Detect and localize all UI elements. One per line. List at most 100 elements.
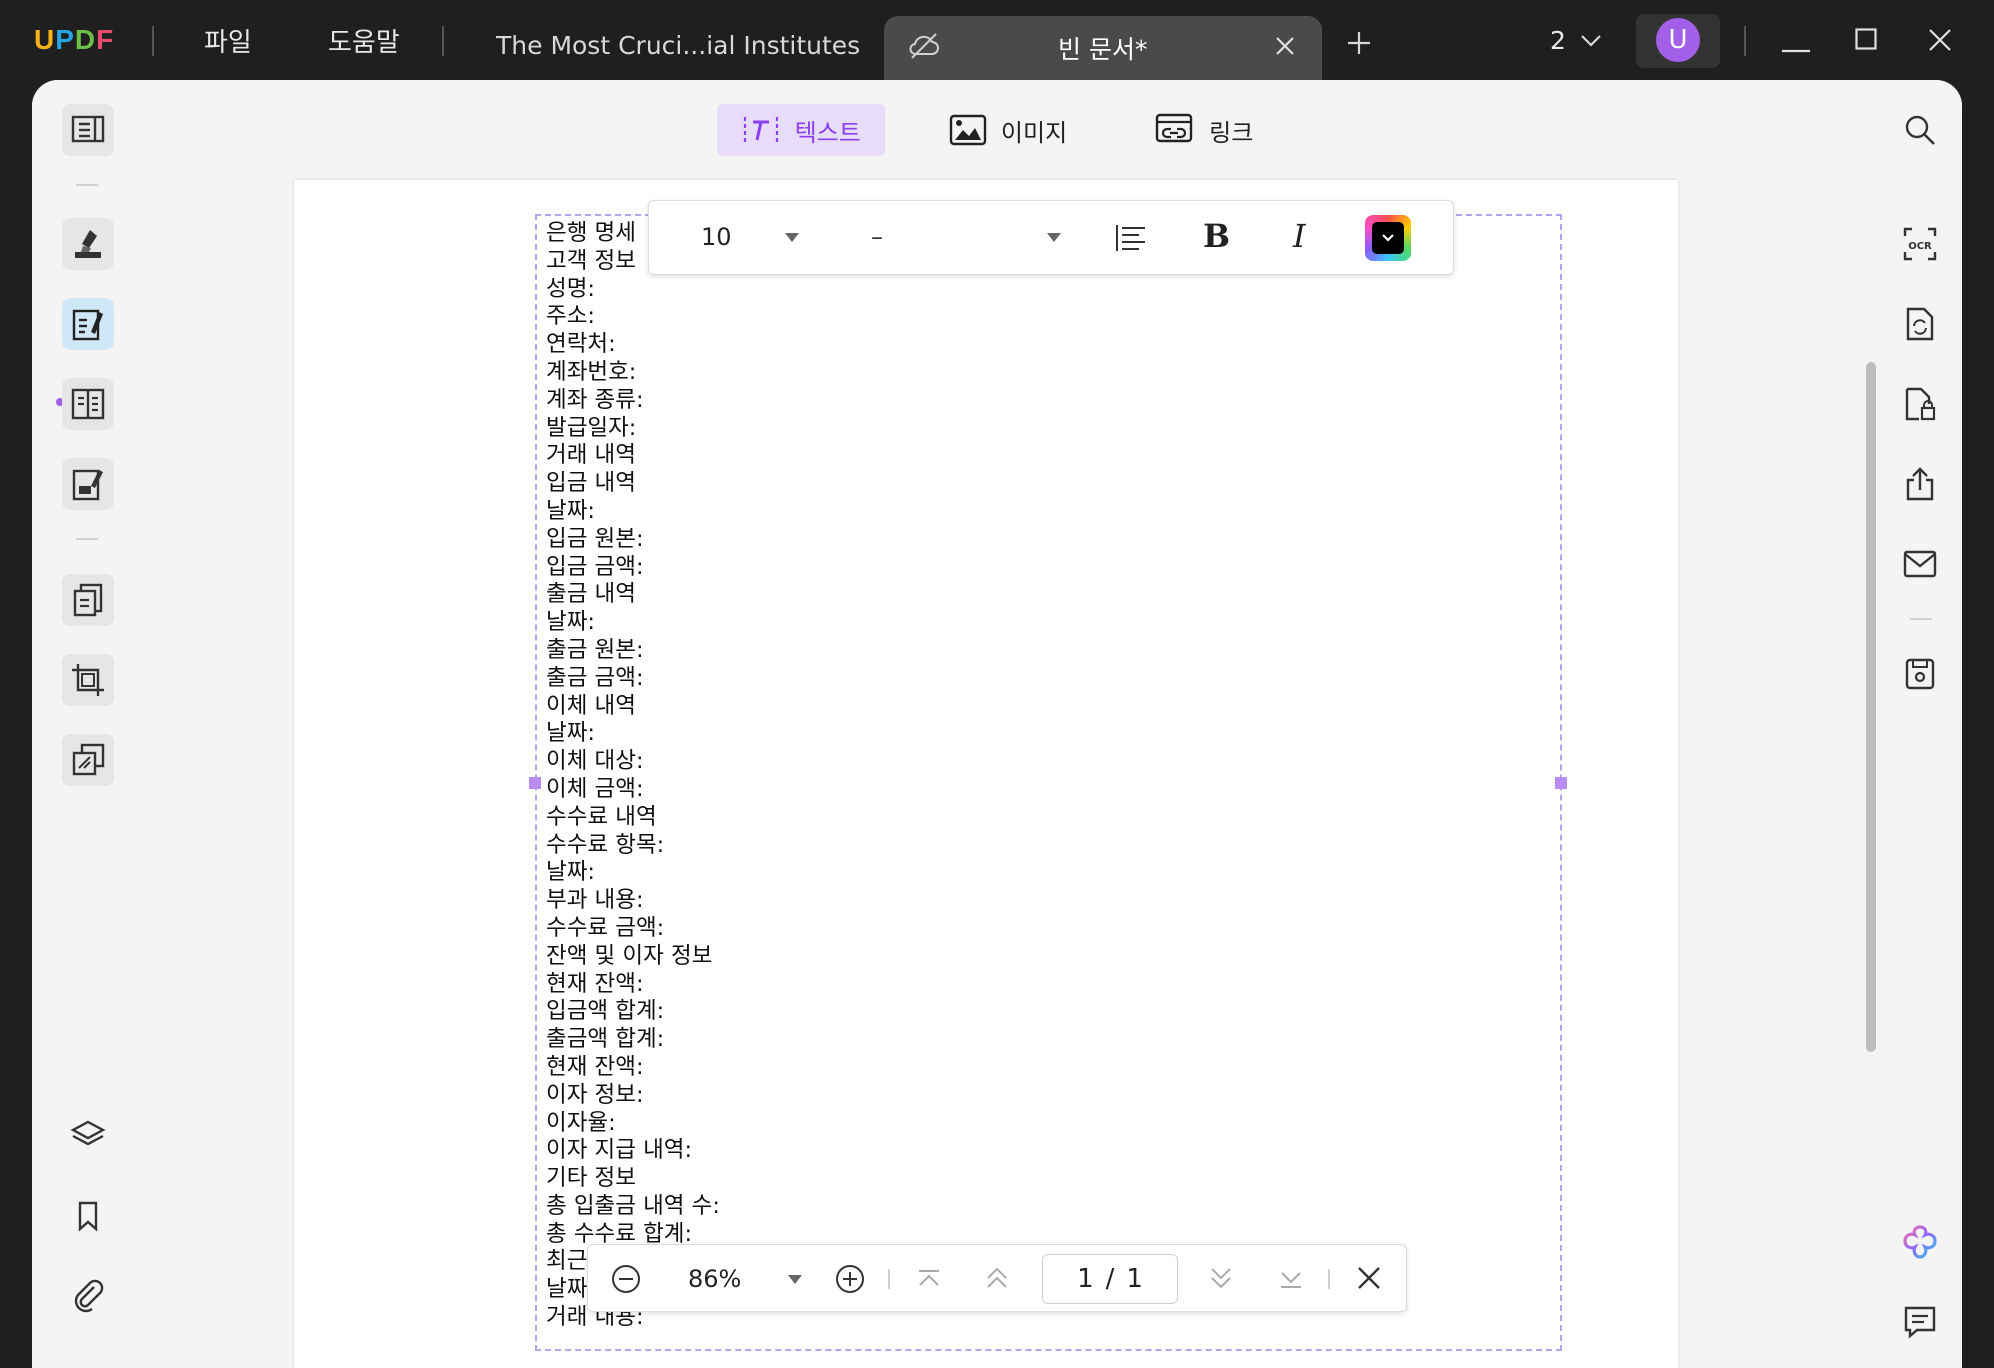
- document-line: 입금액 합계:: [546, 998, 665, 1025]
- search-icon[interactable]: [1894, 104, 1946, 156]
- page-separator: /: [1105, 1264, 1115, 1294]
- document-line: 계좌 종류:: [546, 386, 644, 413]
- document-line: 수수료 금액:: [546, 914, 665, 941]
- italic-button[interactable]: I: [1293, 217, 1306, 255]
- resize-handle-right[interactable]: [1555, 777, 1567, 789]
- edit-pdf-icon[interactable]: [62, 298, 114, 350]
- zoom-in-icon[interactable]: [834, 1263, 866, 1299]
- cloud-off-icon: [908, 32, 940, 66]
- sidebar-separator: [76, 184, 98, 186]
- title-separator: [442, 26, 444, 56]
- total-pages: 1: [1126, 1264, 1143, 1294]
- document-line: 성명:: [546, 275, 595, 302]
- last-page-icon[interactable]: [1278, 1267, 1304, 1295]
- link-mode-button[interactable]: 링크: [1131, 104, 1277, 156]
- image-mode-button[interactable]: 이미지: [925, 104, 1091, 156]
- comment-panel-icon[interactable]: [1894, 1296, 1946, 1348]
- window-count: 2: [1550, 26, 1566, 55]
- text-format-bar: 10 – B I: [648, 200, 1454, 275]
- convert-icon[interactable]: [1894, 298, 1946, 350]
- comment-icon[interactable]: [62, 218, 114, 270]
- crop-icon[interactable]: [62, 654, 114, 706]
- close-window-icon[interactable]: [1928, 28, 1952, 56]
- batch-icon[interactable]: [62, 734, 114, 786]
- chevron-down-icon: [1382, 234, 1394, 242]
- font-family-value[interactable]: –: [871, 223, 883, 251]
- user-avatar[interactable]: U: [1656, 18, 1700, 62]
- save-icon[interactable]: [1894, 648, 1946, 700]
- document-line: 수수료 내역: [546, 803, 657, 830]
- zoom-out-icon[interactable]: [610, 1263, 642, 1299]
- menu-file[interactable]: 파일: [204, 22, 252, 59]
- document-line: 입금 원본:: [546, 525, 644, 552]
- bold-button[interactable]: B: [1203, 217, 1230, 255]
- zoom-navigation-bar: 86% 1 / 1: [587, 1244, 1407, 1312]
- document-line: 계좌번호:: [546, 358, 637, 385]
- protect-icon[interactable]: [1894, 378, 1946, 430]
- document-line: 입금 금액:: [546, 553, 644, 580]
- document-line: 현재 잔액:: [546, 970, 644, 997]
- document-line: 날짜:: [546, 720, 595, 747]
- document-line: 날짜:: [546, 497, 595, 524]
- svg-text:OCR: OCR: [1908, 241, 1932, 252]
- close-zoom-bar-icon[interactable]: [1356, 1265, 1382, 1295]
- maximize-icon[interactable]: [1855, 28, 1877, 54]
- document-line: 출금 내역: [546, 581, 636, 608]
- left-sidebar: [32, 80, 144, 1368]
- organize-icon[interactable]: [62, 378, 114, 430]
- document-line: 수수료 항목:: [546, 831, 665, 858]
- bookmark-icon[interactable]: [62, 1190, 114, 1242]
- sidebar-separator: [76, 538, 98, 540]
- document-line: 날짜:: [546, 609, 595, 636]
- font-size-dropdown-icon[interactable]: [785, 233, 799, 242]
- zoom-separator: [888, 1269, 890, 1289]
- document-line: 출금 금액:: [546, 664, 644, 691]
- document-line: 이체 금액:: [546, 775, 644, 802]
- document-line: 날짜:: [546, 859, 595, 886]
- document-line: 총 입출금 내역 수:: [546, 1192, 720, 1219]
- font-family-dropdown-icon[interactable]: [1047, 233, 1061, 242]
- image-mode-label: 이미지: [1000, 118, 1068, 147]
- document-line: 연락처:: [546, 331, 616, 358]
- document-line: 거래 내역: [546, 442, 636, 469]
- previous-page-icon[interactable]: [984, 1265, 1010, 1295]
- document-line: 부과 내용:: [546, 887, 644, 914]
- next-page-icon[interactable]: [1208, 1265, 1234, 1295]
- ocr-icon[interactable]: OCR: [1894, 218, 1946, 270]
- document-line: 잔액 및 이자 정보: [546, 942, 713, 969]
- attachment-icon[interactable]: [62, 1270, 114, 1322]
- new-tab-icon[interactable]: [1346, 30, 1372, 60]
- tab-document-1[interactable]: The Most Cruci...ial Institutes: [470, 10, 880, 80]
- first-page-icon[interactable]: [916, 1267, 942, 1295]
- reader-icon[interactable]: [62, 104, 114, 156]
- close-tab-icon[interactable]: [1274, 34, 1296, 63]
- layers-icon[interactable]: [62, 1110, 114, 1162]
- page-number-input[interactable]: 1 / 1: [1042, 1254, 1178, 1304]
- resize-handle-left[interactable]: [529, 777, 541, 789]
- email-icon[interactable]: [1894, 538, 1946, 590]
- link-tool-icon: [1155, 113, 1193, 143]
- document-line: 발급일자:: [546, 414, 637, 441]
- zoom-dropdown-icon[interactable]: [788, 1275, 802, 1284]
- window-count-dropdown[interactable]: 2: [1550, 26, 1602, 55]
- minimize-icon[interactable]: [1782, 38, 1810, 57]
- align-left-icon[interactable]: [1115, 223, 1147, 257]
- fill-sign-icon[interactable]: [62, 458, 114, 510]
- image-tool-icon: [949, 114, 987, 146]
- pages-icon[interactable]: [62, 574, 114, 626]
- chevron-down-icon: [1581, 34, 1601, 47]
- share-icon[interactable]: [1894, 458, 1946, 510]
- zoom-separator: [1328, 1269, 1330, 1289]
- ai-assistant-icon[interactable]: [1894, 1216, 1946, 1268]
- link-mode-label: 링크: [1209, 118, 1254, 147]
- font-size-value[interactable]: 10: [701, 223, 732, 251]
- tab-document-2[interactable]: 빈 문서*: [884, 16, 1322, 80]
- zoom-level[interactable]: 86%: [688, 1265, 741, 1293]
- document-line: 출금 원본:: [546, 636, 644, 663]
- text-color-picker[interactable]: [1365, 215, 1411, 261]
- document-text-block[interactable]: 은행 명세 고객 정보 성명: 주소: 연락처: 계좌번호: 계좌 종류: 발급일자: 거래 내…: [546, 220, 720, 1332]
- text-mode-button[interactable]: 텍스트: [716, 104, 885, 156]
- vertical-scrollbar[interactable]: [1866, 362, 1876, 1052]
- menu-help[interactable]: 도움말: [328, 22, 400, 59]
- document-line: 현재 잔액:: [546, 1053, 644, 1080]
